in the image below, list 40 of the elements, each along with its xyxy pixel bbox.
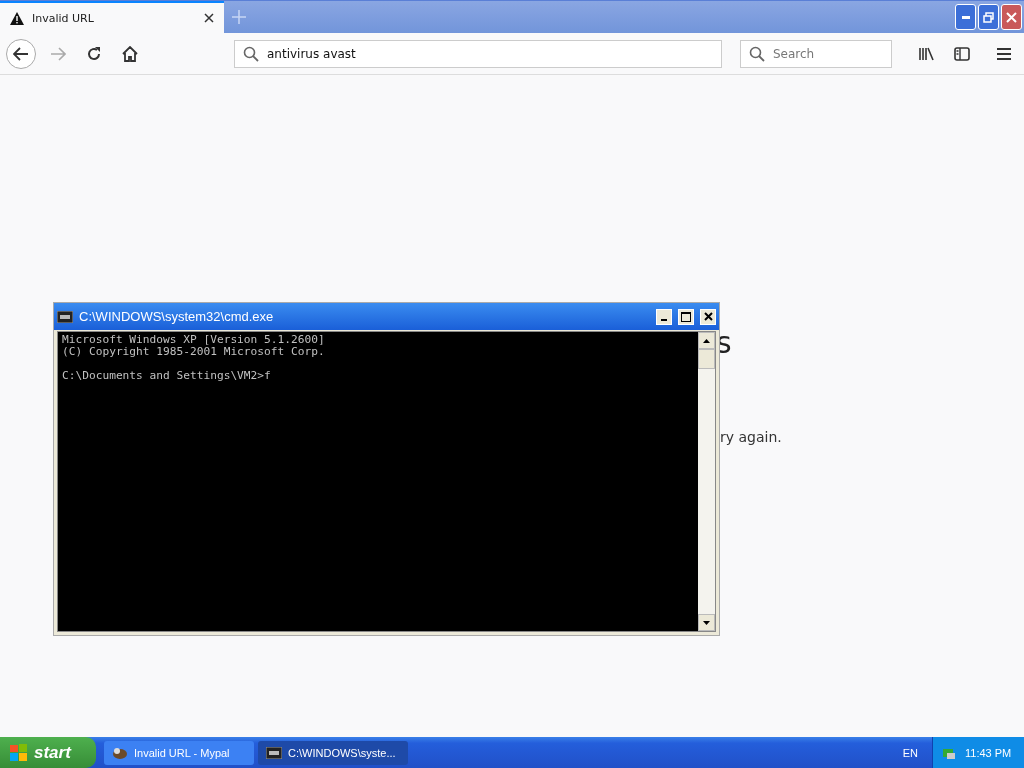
browser-tab[interactable]: Invalid URL: [0, 1, 224, 33]
taskbar-button[interactable]: Invalid URL - Mypal: [104, 740, 254, 765]
search-field[interactable]: Search: [740, 39, 892, 68]
home-icon: [122, 45, 138, 62]
warning-icon: [10, 11, 24, 25]
console-icon: [266, 746, 282, 759]
scroll-down-icon[interactable]: [703, 620, 710, 625]
console-line: (C) Copyright 1985-2001 Microsoft Corp.: [62, 346, 326, 358]
back-button[interactable]: [6, 38, 36, 69]
close-icon: [1006, 11, 1017, 23]
start-button[interactable]: start: [0, 737, 96, 768]
scroll-up-icon[interactable]: [703, 338, 710, 343]
console-line: Microsoft Windows XP [Version 5.1.2600]: [62, 334, 326, 346]
reload-icon: [86, 45, 102, 62]
minimize-button[interactable]: [656, 308, 672, 325]
minimize-icon: [961, 15, 970, 19]
address-field[interactable]: antivirus avast: [234, 39, 722, 68]
minimize-icon: [661, 318, 667, 321]
restore-icon: [983, 11, 994, 23]
clock: 11:43 PM: [965, 746, 1012, 759]
app-icon: [112, 745, 128, 760]
search-icon: [749, 45, 765, 62]
scrollbar[interactable]: [698, 332, 715, 631]
search-icon: [243, 45, 259, 62]
scroll-thumb[interactable]: [698, 349, 715, 369]
console-icon: [57, 310, 73, 323]
close-icon: [703, 312, 713, 321]
language-indicator[interactable]: EN: [902, 746, 918, 759]
close-button[interactable]: [700, 308, 716, 325]
maximize-button[interactable]: [678, 308, 694, 325]
console-line: C:\Documents and Settings\VM2>f: [62, 370, 272, 382]
windows-logo-icon: [10, 743, 28, 762]
taskbar-button[interactable]: C:\WINDOWS\syste...: [258, 740, 408, 765]
restore-button[interactable]: [978, 4, 999, 30]
maximize-icon: [681, 311, 691, 322]
error-text: ry again.: [720, 429, 782, 445]
close-icon[interactable]: [204, 13, 214, 23]
window-title: C:\WINDOWS\system32\cmd.exe: [79, 309, 275, 324]
back-arrow-icon: [13, 46, 29, 61]
forward-arrow-icon: [50, 46, 66, 61]
